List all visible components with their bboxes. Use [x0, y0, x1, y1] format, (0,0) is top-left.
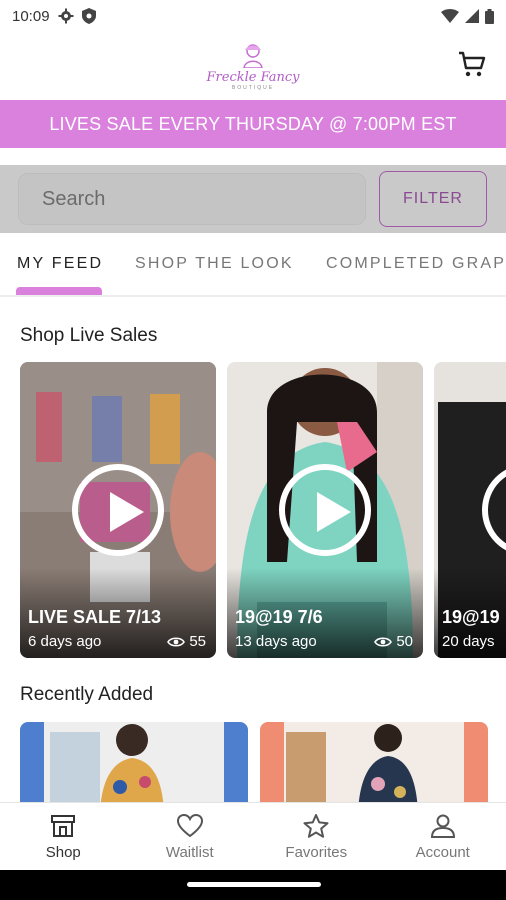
promo-banner-text: LIVES SALE EVERY THURSDAY @ 7:00PM EST	[49, 113, 457, 134]
store-icon	[51, 814, 76, 837]
card-age: 13 days ago	[235, 633, 317, 650]
card-title: 19@19 7/6	[235, 607, 323, 627]
star-icon	[303, 813, 329, 838]
nav-label: Account	[415, 843, 470, 861]
wifi-icon	[441, 9, 459, 23]
card-views-count: 50	[396, 633, 413, 650]
play-icon[interactable]	[279, 464, 371, 556]
product-thumbnail	[20, 722, 248, 812]
logo-text: Freckle Fancy	[206, 69, 300, 85]
nav-waitlist[interactable]: Waitlist	[127, 803, 254, 871]
app-header: Freckle Fancy BOUTIQUE	[0, 32, 506, 100]
card-age: 20 days	[442, 633, 495, 650]
nav-account[interactable]: Account	[380, 803, 506, 871]
promo-banner[interactable]: LIVES SALE EVERY THURSDAY @ 7:00PM EST	[0, 100, 506, 148]
status-time: 10:09	[12, 7, 50, 25]
cart-icon[interactable]	[458, 50, 486, 78]
live-sale-card[interactable]: 19@19 7/6 13 days ago 50	[227, 362, 423, 658]
play-icon[interactable]	[72, 464, 164, 556]
card-views: 50	[374, 633, 413, 650]
search-input[interactable]: Search	[18, 173, 366, 225]
search-placeholder: Search	[42, 187, 106, 210]
nav-shop[interactable]: Shop	[0, 803, 127, 871]
product-thumbnail	[260, 722, 488, 812]
logo[interactable]: Freckle Fancy BOUTIQUE	[206, 42, 300, 91]
shield-icon	[81, 8, 96, 24]
gear-icon	[58, 8, 74, 24]
product-card[interactable]	[20, 722, 248, 812]
logo-subtext: BOUTIQUE	[231, 84, 275, 91]
card-title: LIVE SALE 7/13	[28, 607, 162, 627]
feed-tabs: MY FEED SHOP THE LOOK COMPLETED GRAP	[0, 233, 506, 297]
system-gesture-bar	[0, 870, 506, 900]
battery-icon	[485, 8, 494, 24]
person-icon	[430, 814, 455, 838]
status-bar: 10:09	[0, 0, 506, 32]
bottom-nav: Shop Waitlist Favorites Account	[0, 802, 506, 871]
search-bar: Search FILTER	[0, 165, 506, 233]
recently-added-title: Recently Added	[20, 684, 154, 705]
live-sales-title: Shop Live Sales	[20, 325, 158, 346]
signal-icon	[465, 9, 479, 23]
live-sale-card[interactable]: 19@19 20 days	[434, 362, 506, 658]
logo-figure-icon	[243, 43, 263, 68]
card-views-count: 55	[189, 633, 206, 650]
card-title: 19@19	[442, 607, 500, 627]
eye-icon	[167, 636, 186, 647]
card-age: 6 days ago	[28, 633, 102, 650]
card-views: 55	[167, 633, 206, 650]
nav-label: Waitlist	[165, 843, 214, 861]
nav-favorites[interactable]: Favorites	[253, 803, 380, 871]
filter-label: FILTER	[403, 190, 463, 207]
nav-label: Shop	[45, 843, 81, 861]
filter-button[interactable]: FILTER	[379, 171, 487, 227]
tab-completed[interactable]: COMPLETED GRAP	[326, 255, 506, 273]
tab-indicator	[16, 287, 102, 295]
product-card[interactable]	[260, 722, 488, 812]
heart-icon	[176, 813, 203, 837]
tab-shop-the-look[interactable]: SHOP THE LOOK	[135, 255, 294, 273]
tab-my-feed[interactable]: MY FEED	[17, 255, 103, 273]
nav-label: Favorites	[285, 843, 348, 861]
eye-icon	[374, 636, 393, 647]
live-sale-card[interactable]: LIVE SALE 7/13 6 days ago 55	[20, 362, 216, 658]
home-indicator[interactable]	[187, 882, 321, 887]
